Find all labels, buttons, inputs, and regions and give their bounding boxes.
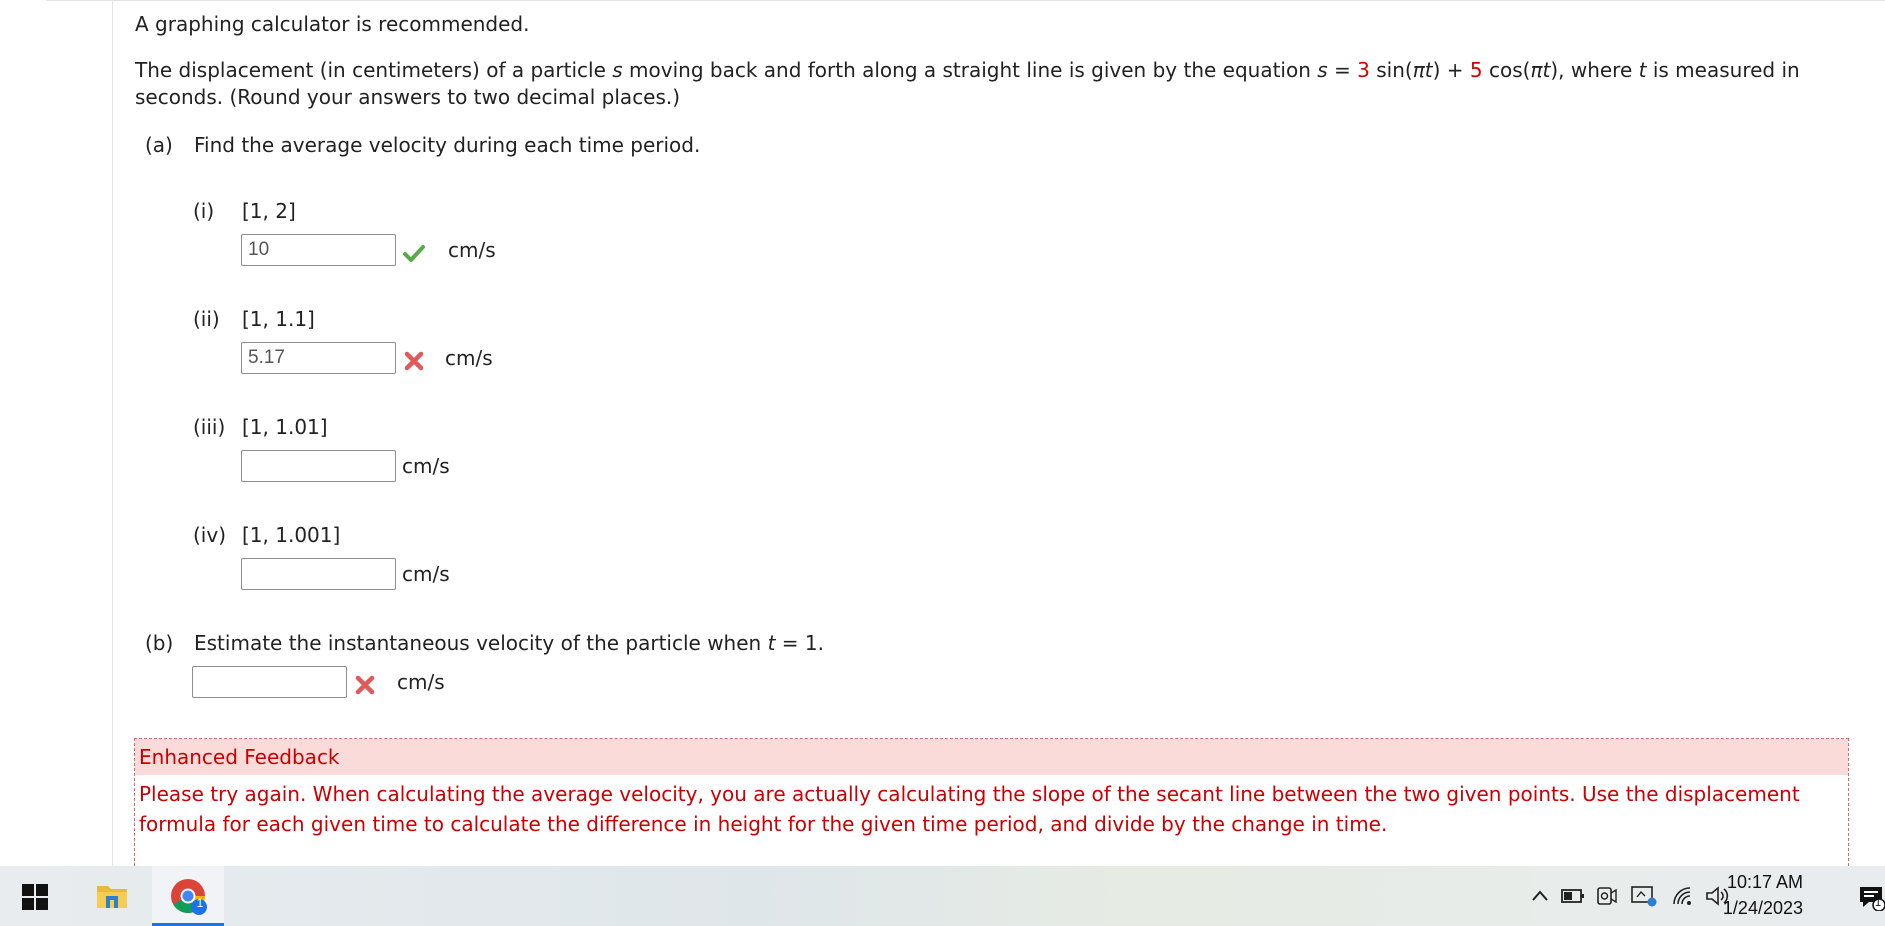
camera-icon[interactable] [1596,884,1618,908]
item-i-interval: [1, 2] [242,199,296,223]
clock-time[interactable]: 10:17 AM [1727,872,1803,893]
item-i-answer-input[interactable] [241,234,396,266]
item-iv-answer-input[interactable] [241,558,396,590]
item-iii-unit: cm/s [402,454,450,478]
part-b-unit: cm/s [397,670,445,694]
coefficient-1: 3 [1357,58,1370,82]
chrome-badge: 1 [196,896,204,910]
item-ii-interval: [1, 1.1] [242,307,315,331]
problem-statement: The displacement (in centimeters) of a p… [135,58,1800,109]
part-b-prompt: Estimate the instantaneous velocity of t… [194,631,824,655]
enhanced-feedback-panel: Enhanced Feedback Please try again. When… [134,738,1849,866]
item-ii-unit: cm/s [445,346,493,370]
item-iv-interval: [1, 1.001] [242,523,341,547]
display-icon[interactable] [1630,884,1658,908]
windows-start-icon[interactable] [22,884,48,910]
clock-date[interactable]: 1/24/2023 [1723,898,1803,919]
content-area [112,0,1885,866]
check-icon [403,245,425,262]
item-iv-unit: cm/s [402,562,450,586]
part-b-label: (b) [145,631,174,655]
feedback-title: Enhanced Feedback [135,739,1848,775]
item-iii-answer-input[interactable] [241,450,396,482]
part-a-label: (a) [145,133,173,157]
notification-badge: 1 [1875,897,1882,909]
item-i-unit: cm/s [448,238,496,262]
item-iii-interval: [1, 1.01] [242,415,328,439]
item-iii-number: (iii) [193,415,226,439]
wifi-icon[interactable] [1670,884,1694,908]
chevron-up-icon[interactable] [1531,888,1549,904]
taskbar: 1 10:17 AM 1/24/2023 1 [0,866,1885,926]
part-b-answer-input[interactable] [192,666,347,698]
item-ii-answer-input[interactable] [241,342,396,374]
item-i-number: (i) [193,199,215,223]
item-ii-number: (ii) [193,307,220,331]
item-iv-number: (iv) [193,523,226,547]
battery-icon[interactable] [1561,886,1585,906]
feedback-body: Please try again. When calculating the a… [139,782,1800,836]
intro-text: A graphing calculator is recommended. [135,12,530,36]
part-a-prompt: Find the average velocity during each ti… [194,133,701,157]
file-explorer-icon[interactable] [96,882,128,910]
chrome-taskbar-button[interactable]: 1 [152,866,224,926]
coefficient-2: 5 [1469,58,1483,82]
cross-icon [404,351,424,371]
cross-icon [355,675,375,695]
